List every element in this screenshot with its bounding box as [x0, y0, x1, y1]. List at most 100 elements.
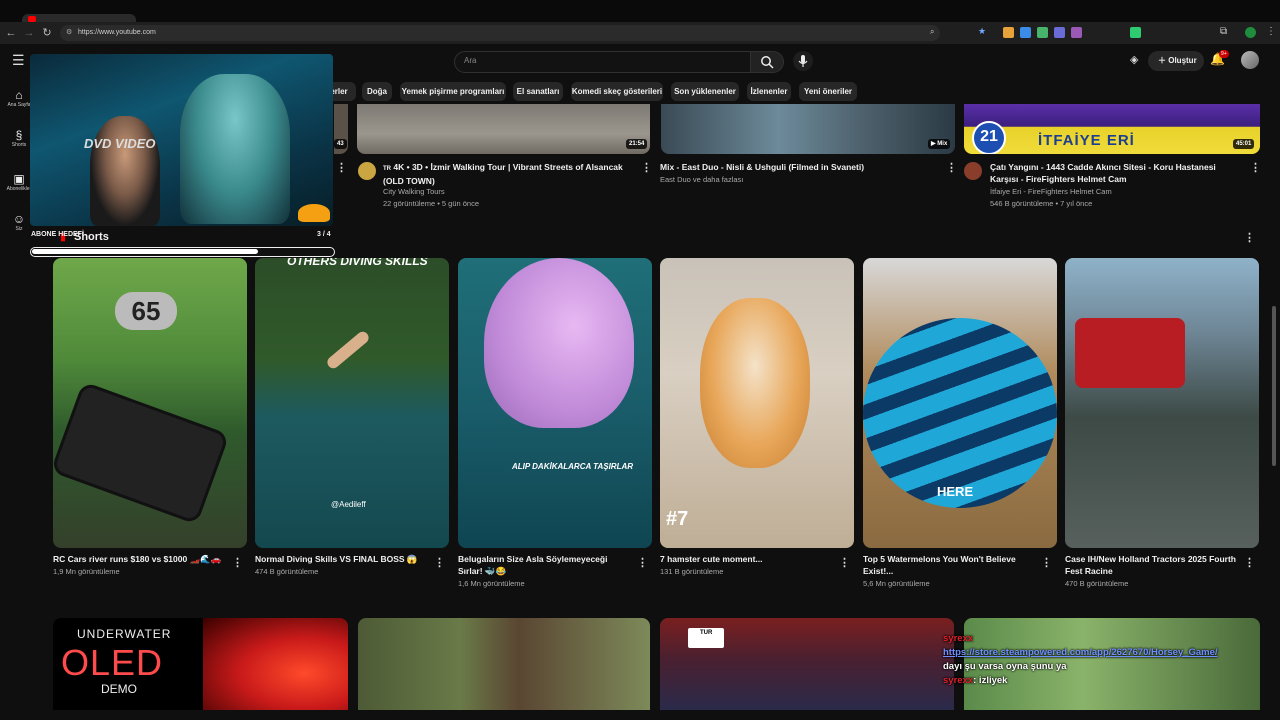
- chip-komedi[interactable]: Komedi skeç gösterileri: [571, 82, 663, 101]
- hamburger-menu-icon[interactable]: ☰: [12, 52, 25, 69]
- video-thumbnail-itfaiye[interactable]: 21 İTFAİYE ERİ: [964, 104, 1260, 154]
- short-title[interactable]: RC Cars river runs $180 vs $1000 🏎️🌊🚗: [53, 553, 225, 565]
- video-title-text: 4K • 3D • İzmir Walking Tour | Vibrant S…: [383, 162, 623, 186]
- search-button[interactable]: [750, 51, 784, 73]
- short-thumbnail-watermelon[interactable]: HERE: [863, 258, 1057, 548]
- video-duration: 43: [334, 139, 347, 149]
- search-input[interactable]: [454, 51, 752, 73]
- chat-message: : izliyek: [973, 675, 1008, 686]
- more-options-icon[interactable]: ⋮: [637, 557, 648, 569]
- channel-avatar[interactable]: [358, 162, 376, 180]
- forward-icon[interactable]: →: [22, 26, 36, 40]
- plus-icon: ＋: [1158, 56, 1169, 65]
- search-icon: [761, 56, 774, 69]
- site-info-icon[interactable]: ⚙: [66, 28, 72, 36]
- extension-icon[interactable]: [1020, 27, 1031, 38]
- short-overlay-text: #7: [666, 508, 689, 530]
- short-thumbnail-rc-cars[interactable]: 65: [53, 258, 247, 548]
- extensions-puzzle-icon[interactable]: ⧉: [1220, 26, 1227, 37]
- more-options-icon[interactable]: ⋮: [641, 162, 652, 174]
- extension-icon[interactable]: [1037, 27, 1048, 38]
- extension-icon[interactable]: [1003, 27, 1014, 38]
- browser-menu-icon[interactable]: ⋮: [1266, 26, 1276, 37]
- short-title[interactable]: Case IH/New Holland Tractors 2025 Fourth…: [1065, 553, 1243, 577]
- short-thumbnail-diving[interactable]: OTHERS DIVING SKILLS @Aedileff: [255, 258, 449, 548]
- chip-el-sanatlari[interactable]: El sanatları: [513, 82, 563, 101]
- short-views: 5,6 Mn görüntüleme: [863, 579, 930, 588]
- video-title[interactable]: Mix - East Duo - Nisli & Ushguli (Filmed…: [660, 161, 940, 173]
- zoom-icon[interactable]: ⌕: [930, 27, 934, 37]
- chat-overlay: syrexx https://store.steampowered.com/ap…: [943, 632, 1260, 710]
- chat-username: syrexx: [943, 675, 974, 686]
- search-placeholder: Ara: [464, 56, 477, 65]
- channel-name[interactable]: City Walking Tours: [383, 186, 445, 198]
- short-title[interactable]: 7 hamster cute moment...: [660, 553, 832, 565]
- video-meta: 22 görüntüleme • 5 gün önce: [383, 199, 480, 208]
- channel-name[interactable]: East Duo ve daha fazlası: [660, 174, 743, 186]
- chip-doga[interactable]: Doğa: [362, 82, 392, 101]
- sidebar-item-label: Abonelikler: [6, 186, 32, 192]
- video-thumbnail-east-duo[interactable]: [661, 104, 955, 154]
- page-scrollbar[interactable]: [1272, 306, 1276, 466]
- video-title[interactable]: TR 4K • 3D • İzmir Walking Tour | Vibran…: [383, 161, 639, 187]
- cast-icon[interactable]: ◈: [1130, 53, 1138, 66]
- mic-icon: [798, 55, 808, 67]
- back-icon[interactable]: ←: [4, 26, 18, 40]
- account-avatar[interactable]: [1241, 51, 1259, 69]
- more-options-icon[interactable]: ⋮: [434, 557, 445, 569]
- extension-icon[interactable]: [1130, 27, 1141, 38]
- goal-progress-text: 3 / 4: [317, 231, 331, 238]
- more-options-icon[interactable]: ⋮: [1041, 557, 1052, 569]
- extension-icon[interactable]: [1054, 27, 1065, 38]
- hamster-shape: [700, 298, 810, 468]
- chip-yemek[interactable]: Yemek pişirme programları: [400, 82, 506, 101]
- webcam-overlay: DVD VIDEO: [30, 54, 333, 226]
- short-overlay-text: HERE: [937, 484, 974, 499]
- chat-message-link[interactable]: https://store.steampowered.com/app/26276…: [943, 646, 1260, 660]
- more-options-icon[interactable]: ⋮: [1244, 557, 1255, 569]
- thumb-text: İTFAİYE ERİ: [1038, 132, 1135, 149]
- short-title[interactable]: Top 5 Watermelons You Won't Believe Exis…: [863, 553, 1035, 577]
- voice-search-button[interactable]: [793, 51, 813, 71]
- video-meta: 546 B görüntüleme • 7 yıl önce: [990, 199, 1093, 208]
- video-thumbnail-izmir[interactable]: [357, 104, 650, 154]
- streamer-shape: [90, 116, 160, 226]
- short-title[interactable]: Belugaların Size Asla Söylemeyeceği Sırl…: [458, 553, 634, 577]
- more-options-icon[interactable]: ⋮: [946, 162, 957, 174]
- more-options-icon[interactable]: ⋮: [232, 557, 243, 569]
- thumb-number-badge: 21: [972, 121, 1006, 154]
- video-thumbnail-oled[interactable]: UNDERWATER OLED DEMO: [53, 618, 348, 710]
- short-thumbnail-tractors[interactable]: [1065, 258, 1259, 548]
- profile-icon[interactable]: [1245, 27, 1256, 38]
- more-options-icon[interactable]: ⋮: [336, 162, 347, 174]
- short-title[interactable]: Normal Diving Skills VS FINAL BOSS 😱: [255, 553, 427, 565]
- bookmark-star-icon[interactable]: ★: [978, 26, 986, 37]
- short-views: 474 B görüntüleme: [255, 567, 319, 576]
- reload-icon[interactable]: ↻: [40, 26, 54, 40]
- beluga-shape: [484, 258, 634, 428]
- shorts-more-icon[interactable]: ⋮: [1244, 232, 1255, 244]
- rc-car-shape: [54, 385, 226, 521]
- video-title[interactable]: Çatı Yangını - 1443 Cadde Akıncı Sitesi …: [990, 161, 1242, 185]
- chip-son-yuklenenler[interactable]: Son yüklenenler: [671, 82, 739, 101]
- video-thumbnail-bear[interactable]: [358, 618, 650, 710]
- mix-badge: ▶ Mix: [928, 139, 951, 149]
- extension-icon[interactable]: [1071, 27, 1082, 38]
- address-bar[interactable]: [60, 25, 940, 41]
- more-options-icon[interactable]: ⋮: [1250, 162, 1261, 174]
- channel-name[interactable]: İtfaiye Eri - FireFighters Helmet Cam: [990, 186, 1112, 198]
- chat-line: syrexx: izliyek: [943, 674, 1260, 688]
- channel-avatar[interactable]: [964, 162, 982, 180]
- video-thumbnail-boxing[interactable]: TUR: [660, 618, 954, 710]
- chat-username: syrexx: [943, 633, 974, 644]
- chip-yeni-oneriler[interactable]: Yeni öneriler: [799, 82, 857, 101]
- sidebar-item-label: Siz: [15, 226, 23, 232]
- language-badge: TR: [383, 166, 391, 172]
- short-thumbnail-beluga[interactable]: ALIP DAKİKALARCA TAŞIRLAR: [458, 258, 652, 548]
- chat-message: dayı şu varsa oyna şunu ya: [943, 661, 1067, 672]
- more-options-icon[interactable]: ⋮: [839, 557, 850, 569]
- short-thumbnail-hamster[interactable]: #7: [660, 258, 854, 548]
- chip-izlenenler[interactable]: İzlenenler: [747, 82, 791, 101]
- sidebar-item-label: Shorts: [11, 142, 27, 148]
- video-duration: 21:54: [626, 139, 648, 149]
